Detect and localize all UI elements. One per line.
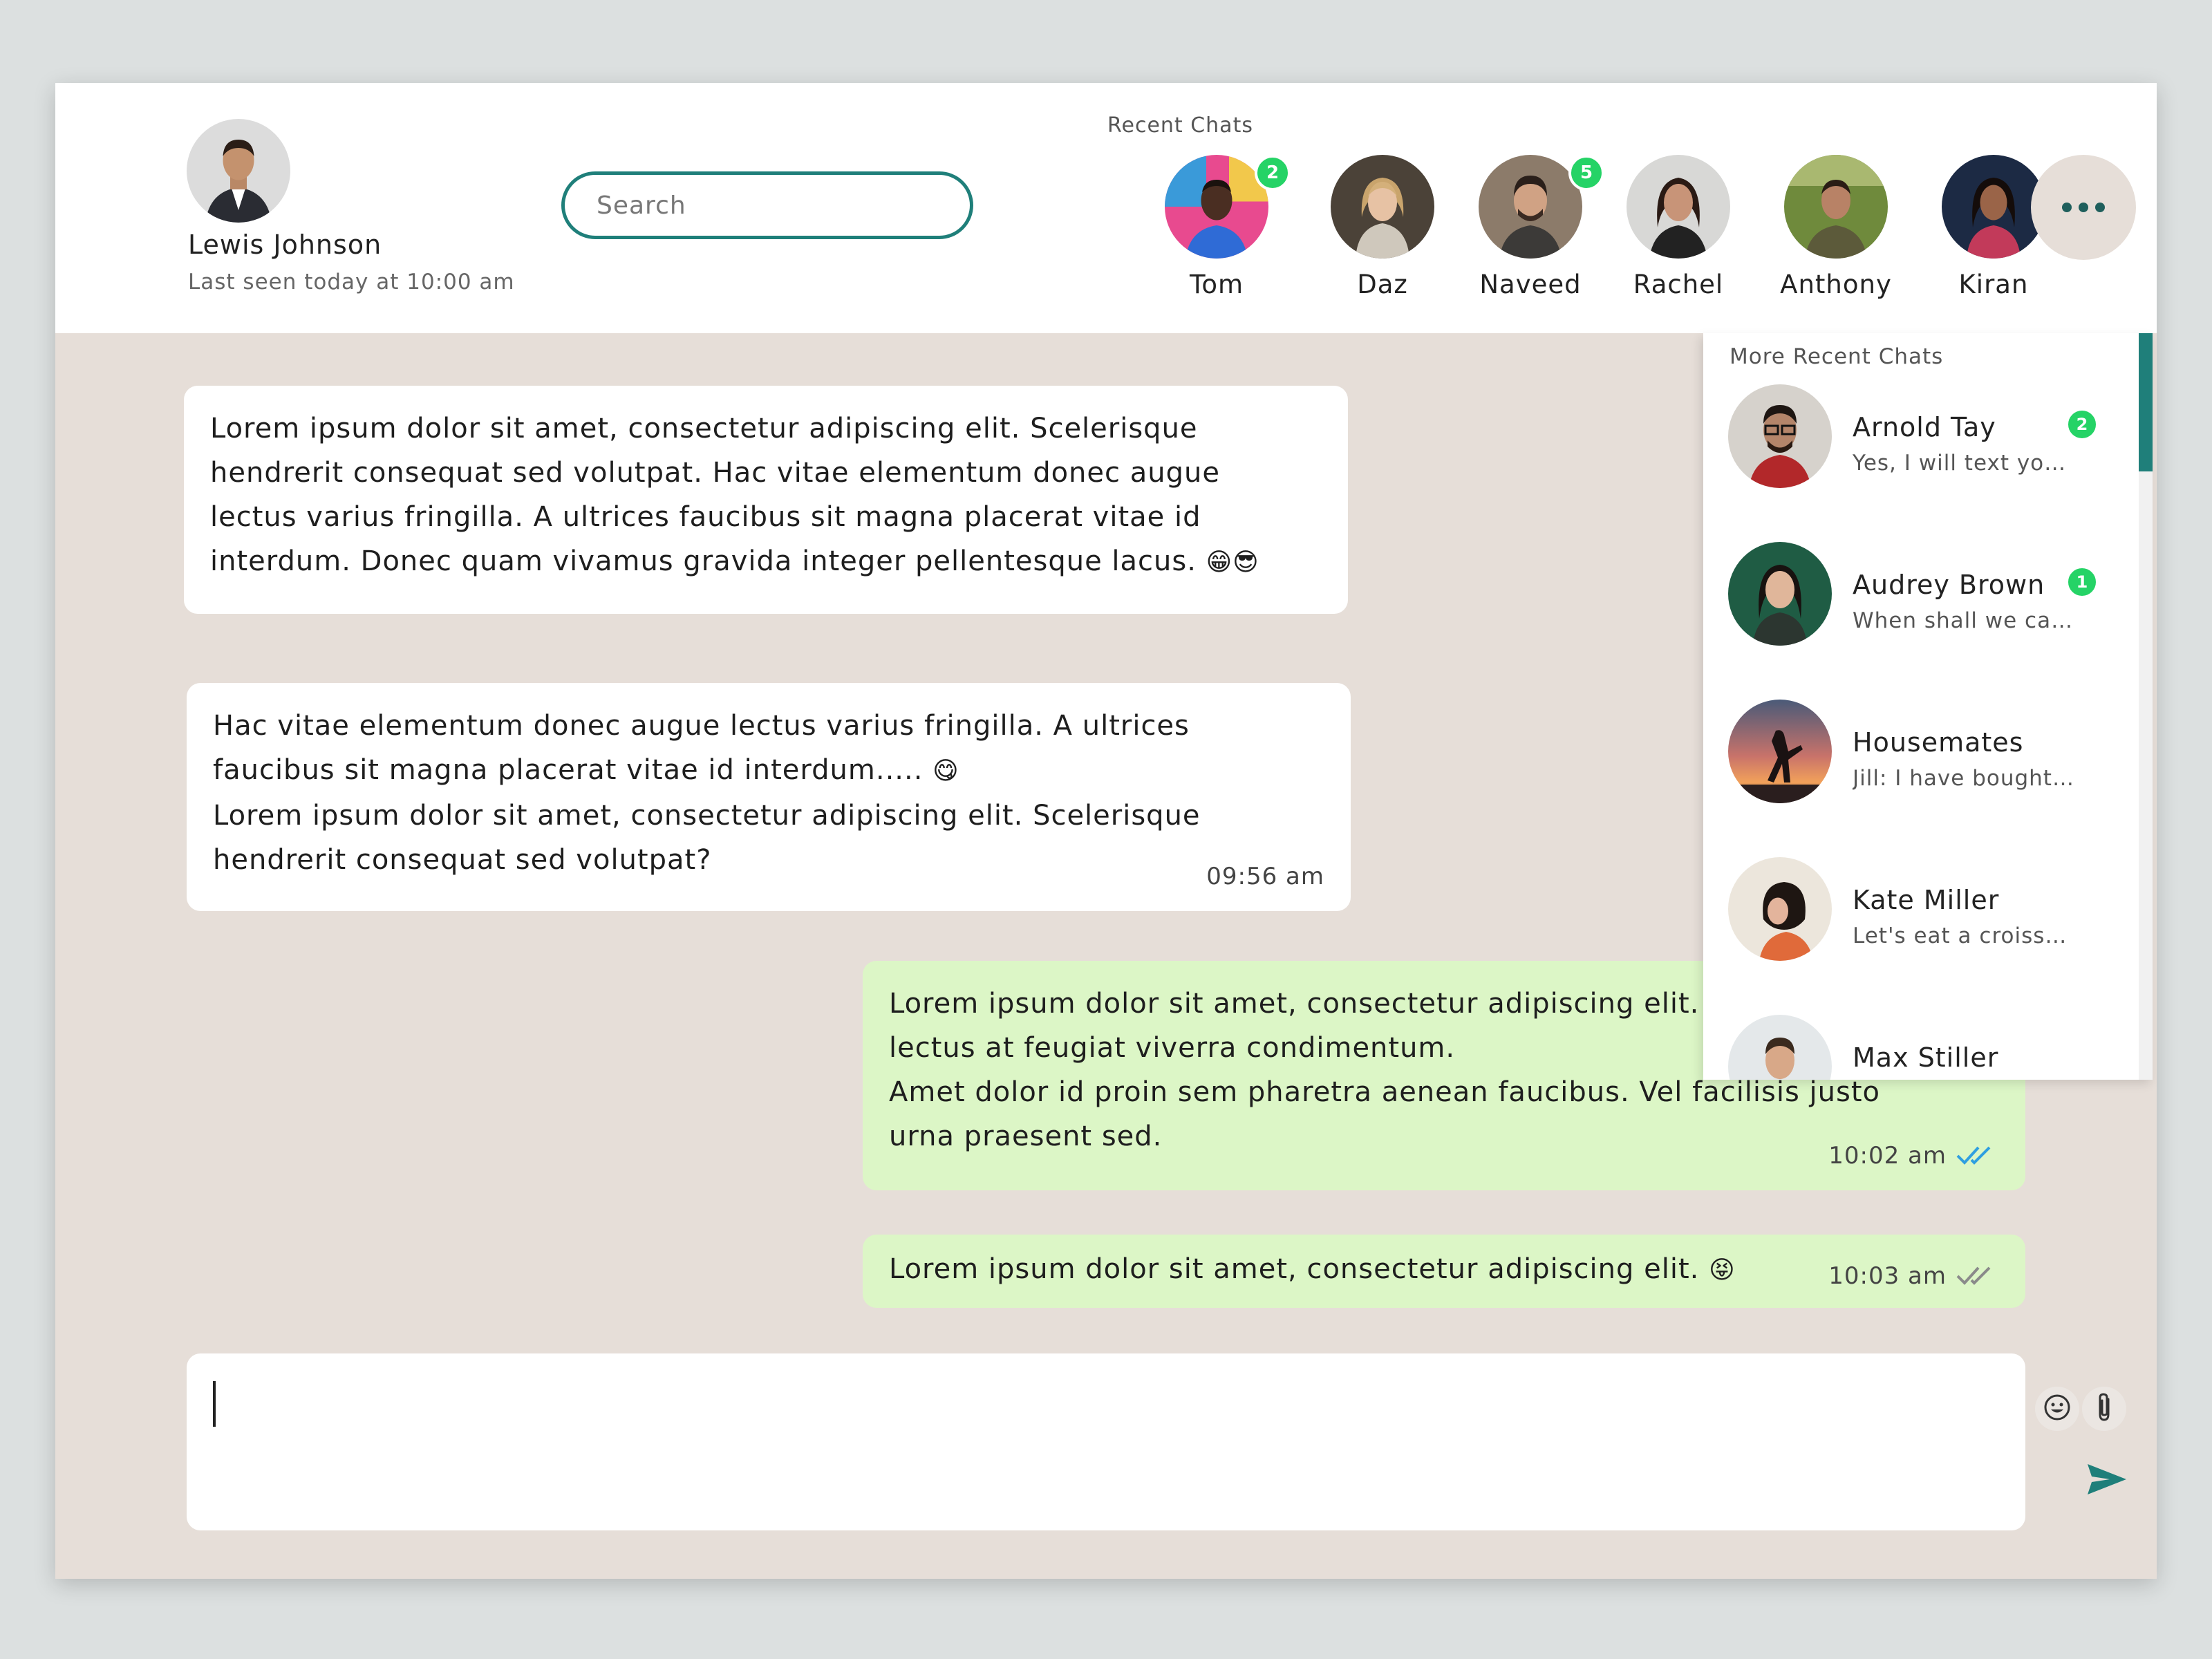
unread-badge: 5 bbox=[1568, 155, 1604, 191]
contact-name: Daz bbox=[1357, 270, 1408, 299]
search-box[interactable] bbox=[561, 171, 973, 239]
contact-name: Anthony bbox=[1780, 270, 1892, 299]
contact-name: Kiran bbox=[1958, 270, 2029, 299]
more-dot bbox=[2079, 203, 2088, 212]
more-horizontal-icon bbox=[2062, 203, 2072, 212]
chat-preview: Yes, I will text you... bbox=[1853, 451, 2074, 476]
message-line: faucibus sit magna placerat vitae id int… bbox=[213, 748, 1324, 794]
contact-avatar bbox=[1942, 155, 2045, 259]
chat-row-housemates[interactable]: Housemates Jill: I have bought the ticke… bbox=[1703, 700, 2132, 857]
message-text: Lorem ipsum dolor sit amet, consectetur … bbox=[889, 1253, 1700, 1285]
chat-name: Max Stiller bbox=[1853, 1042, 1999, 1073]
chat-name: Audrey Brown bbox=[1853, 570, 2045, 600]
message-line: hendrerit consequat sed volutpat. Hac vi… bbox=[210, 457, 1220, 489]
contact-avatar bbox=[1728, 542, 1832, 646]
message-incoming: Lorem ipsum dolor sit amet, consectetur … bbox=[184, 386, 1348, 614]
more-dot bbox=[2095, 203, 2105, 212]
message-input[interactable] bbox=[221, 1374, 1883, 1438]
message-incoming: Hac vitae elementum donec augue lectus v… bbox=[187, 683, 1351, 911]
message-line: Lorem ipsum dolor sit amet, consectetur … bbox=[210, 413, 1198, 444]
unread-badge: 2 bbox=[2065, 408, 2099, 441]
smiley-icon bbox=[2042, 1392, 2072, 1425]
timestamp: 09:56 am bbox=[1206, 863, 1324, 890]
user-name: Lewis Johnson bbox=[188, 229, 382, 260]
recent-contact-naveed[interactable]: 5 Naveed bbox=[1461, 155, 1604, 307]
header: Lewis Johnson Last seen today at 10:00 a… bbox=[55, 83, 2157, 333]
contact-avatar bbox=[1728, 384, 1832, 488]
contact-avatar bbox=[1479, 155, 1582, 259]
contact-avatar bbox=[1728, 1015, 1832, 1080]
emoji-button[interactable] bbox=[2035, 1387, 2079, 1431]
contact-avatar bbox=[1331, 155, 1434, 259]
message-time: 09:56 am bbox=[1206, 854, 1324, 899]
panel-title: More Recent Chats bbox=[1730, 344, 1944, 369]
unread-badge: 1 bbox=[2065, 565, 2099, 599]
chat-preview: Let's eat a croissant bbox=[1853, 924, 2074, 948]
contact-avatar bbox=[1784, 155, 1888, 259]
paperclip-icon bbox=[2090, 1391, 2118, 1427]
user-avatar[interactable] bbox=[187, 119, 290, 223]
panel-scrollbar[interactable] bbox=[2139, 333, 2153, 1080]
message-text: faucibus sit magna placerat vitae id int… bbox=[213, 754, 924, 786]
message-time: 10:02 am bbox=[1828, 1134, 1999, 1178]
chat-row-arnold-tay[interactable]: Arnold Tay Yes, I will text you... 2 bbox=[1703, 384, 2132, 542]
emoji-grin-sunglasses: 😁😎 bbox=[1206, 548, 1259, 577]
contact-avatar bbox=[1627, 155, 1730, 259]
chat-name: Housemates bbox=[1853, 727, 2024, 758]
message-composer bbox=[187, 1353, 2126, 1530]
message-outgoing: Lorem ipsum dolor sit amet, consectetur … bbox=[863, 1235, 2025, 1308]
contact-name: Naveed bbox=[1479, 270, 1582, 299]
send-button[interactable] bbox=[2083, 1457, 2130, 1504]
more-chats-button[interactable] bbox=[2031, 155, 2136, 260]
attach-button[interactable] bbox=[2082, 1387, 2126, 1431]
recent-contact-daz[interactable]: Daz bbox=[1313, 155, 1452, 307]
timestamp: 10:03 am bbox=[1828, 1262, 1947, 1290]
chat-row-audrey-brown[interactable]: Audrey Brown When shall we catch up? 1 bbox=[1703, 542, 2132, 700]
message-line: interdum. Donec quam vivamus gravida int… bbox=[210, 539, 1322, 585]
more-recent-chats-panel: More Recent Chats Arnold Tay Yes, I will… bbox=[1703, 333, 2153, 1080]
chat-row-kate-miller[interactable]: Kate Miller Let's eat a croissant bbox=[1703, 857, 2132, 1015]
chat-preview: When shall we catch up? bbox=[1853, 608, 2074, 633]
chat-preview: Jill: I have bought the tickets bbox=[1853, 766, 2074, 791]
contact-name: Rachel bbox=[1633, 270, 1724, 299]
emoji-tongue: 😝 bbox=[1709, 1256, 1736, 1284]
contact-avatar bbox=[1728, 857, 1832, 961]
timestamp: 10:02 am bbox=[1828, 1142, 1947, 1170]
double-check-delivered-icon bbox=[1955, 1264, 1999, 1288]
contact-avatar bbox=[1165, 155, 1268, 259]
text-caret bbox=[213, 1381, 216, 1427]
search-input[interactable] bbox=[595, 190, 970, 221]
message-line: lectus varius fringilla. A ultrices fauc… bbox=[210, 501, 1201, 533]
message-line: Hac vitae elementum donec augue lectus v… bbox=[213, 710, 1190, 742]
chat-app-window: Lewis Johnson Last seen today at 10:00 a… bbox=[55, 83, 2157, 1579]
recent-contact-rachel[interactable]: Rachel bbox=[1609, 155, 1747, 307]
chat-name: Arnold Tay bbox=[1853, 412, 1996, 442]
message-time: 10:03 am bbox=[1828, 1254, 1999, 1298]
unread-badge: 2 bbox=[1255, 155, 1291, 191]
scrollbar-thumb[interactable] bbox=[2139, 333, 2153, 471]
chat-name: Kate Miller bbox=[1853, 885, 2000, 915]
double-check-read-icon bbox=[1955, 1143, 1999, 1168]
recent-contact-anthony[interactable]: Anthony bbox=[1767, 155, 1905, 307]
contact-name: Tom bbox=[1190, 270, 1244, 299]
chat-row-max-stiller[interactable]: Max Stiller bbox=[1703, 1015, 2132, 1080]
message-line: Lorem ipsum dolor sit amet, consectetur … bbox=[213, 800, 1201, 832]
message-text: interdum. Donec quam vivamus gravida int… bbox=[210, 545, 1197, 577]
emoji-yum: 😋 bbox=[932, 757, 959, 785]
recent-contact-tom[interactable]: 2 Tom bbox=[1147, 155, 1291, 307]
recent-chats-label: Recent Chats bbox=[1107, 113, 1253, 138]
group-avatar bbox=[1728, 700, 1832, 803]
user-last-seen: Last seen today at 10:00 am bbox=[188, 270, 515, 294]
message-line: hendrerit consequat sed volutpat? bbox=[213, 844, 712, 876]
send-icon bbox=[2086, 1461, 2128, 1500]
